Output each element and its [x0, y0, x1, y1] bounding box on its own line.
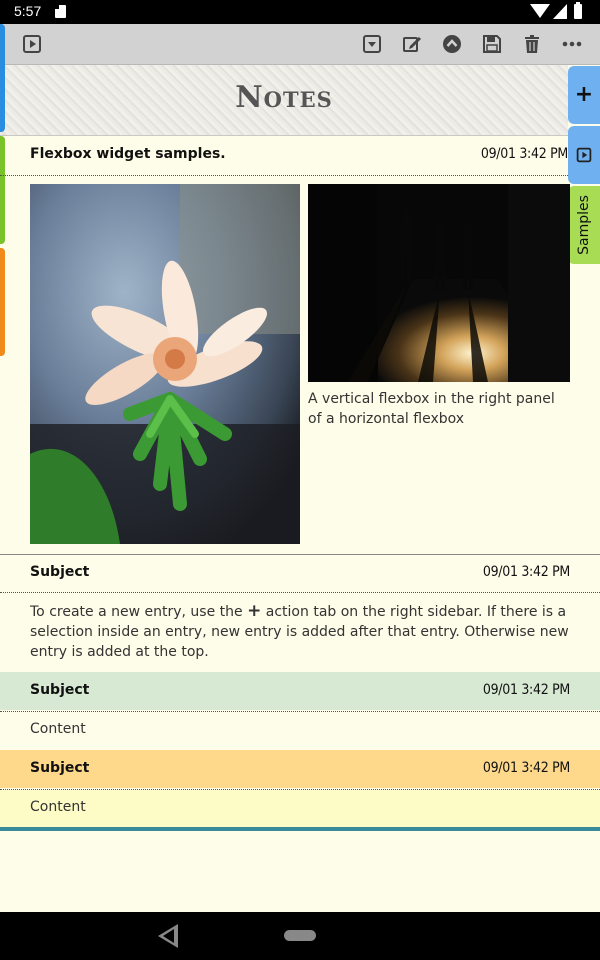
note-content[interactable]: Content [30, 797, 86, 817]
note-subject: Subject [30, 682, 90, 698]
edit-button[interactable] [400, 32, 424, 56]
note-subject: Flexbox widget samples. [30, 146, 226, 162]
wifi-icon [530, 4, 550, 18]
flower-image [30, 184, 300, 544]
delete-button[interactable] [520, 32, 544, 56]
dropdown-button[interactable] [360, 32, 384, 56]
divider [0, 592, 600, 593]
sd-card-icon [55, 5, 66, 18]
play-button[interactable] [20, 32, 44, 56]
note-content-text: To create a new entry, use the [30, 604, 243, 620]
note-date: 09/01 3:42 PM [482, 682, 570, 698]
note-date: 09/01 3:42 PM [482, 760, 570, 776]
divider [0, 711, 600, 712]
app-header: Notes [0, 65, 568, 136]
battery-icon [574, 2, 582, 19]
note-date: 09/01 3:42 PM [480, 146, 568, 162]
add-entry-tab[interactable]: + [568, 66, 600, 124]
collapse-button[interactable] [440, 32, 464, 56]
page-title: Notes [235, 80, 333, 115]
system-nav-bar [0, 912, 600, 960]
note-header[interactable]: Subject 09/01 3:42 PM [0, 750, 600, 788]
note-date: 09/01 3:42 PM [482, 564, 570, 580]
plus-icon: + [247, 601, 262, 621]
stripe-orange [0, 248, 5, 356]
bottom-rule [0, 827, 600, 831]
note-header[interactable]: Subject 09/01 3:42 PM [0, 554, 600, 592]
note-header[interactable]: Flexbox widget samples. 09/01 3:42 PM [0, 136, 568, 174]
status-time: 5:57 [14, 3, 42, 19]
more-button[interactable] [560, 32, 584, 56]
plus-icon: + [574, 82, 594, 107]
play-icon [576, 147, 592, 163]
silhouette-image [308, 184, 570, 382]
dropdown-icon [363, 35, 381, 53]
save-button[interactable] [480, 32, 504, 56]
divider [0, 175, 568, 176]
note-content[interactable]: Content [30, 719, 86, 739]
save-icon [483, 35, 501, 53]
status-bar: 5:57 [0, 0, 600, 24]
toolbar [0, 24, 600, 65]
collapse-icon [443, 35, 461, 53]
note-content[interactable]: To create a new entry, use the + action … [30, 601, 570, 662]
stripe-blue [0, 24, 5, 132]
trash-icon [525, 35, 539, 53]
samples-tab-label: Samples [576, 195, 593, 255]
more-icon [562, 41, 582, 47]
edit-icon [403, 37, 421, 52]
back-icon[interactable] [158, 924, 178, 948]
samples-tab[interactable]: Samples [568, 186, 600, 264]
note-content-bg [0, 790, 600, 827]
note-subject: Subject [30, 760, 90, 776]
note-subject: Subject [30, 564, 90, 580]
signal-icon [553, 4, 567, 19]
note-header[interactable]: Subject 09/01 3:42 PM [0, 672, 600, 710]
home-icon[interactable] [284, 930, 316, 941]
play-tab[interactable] [568, 126, 600, 184]
image-caption: A vertical flexbox in the right panel of… [308, 391, 555, 427]
play-icon [23, 35, 41, 53]
